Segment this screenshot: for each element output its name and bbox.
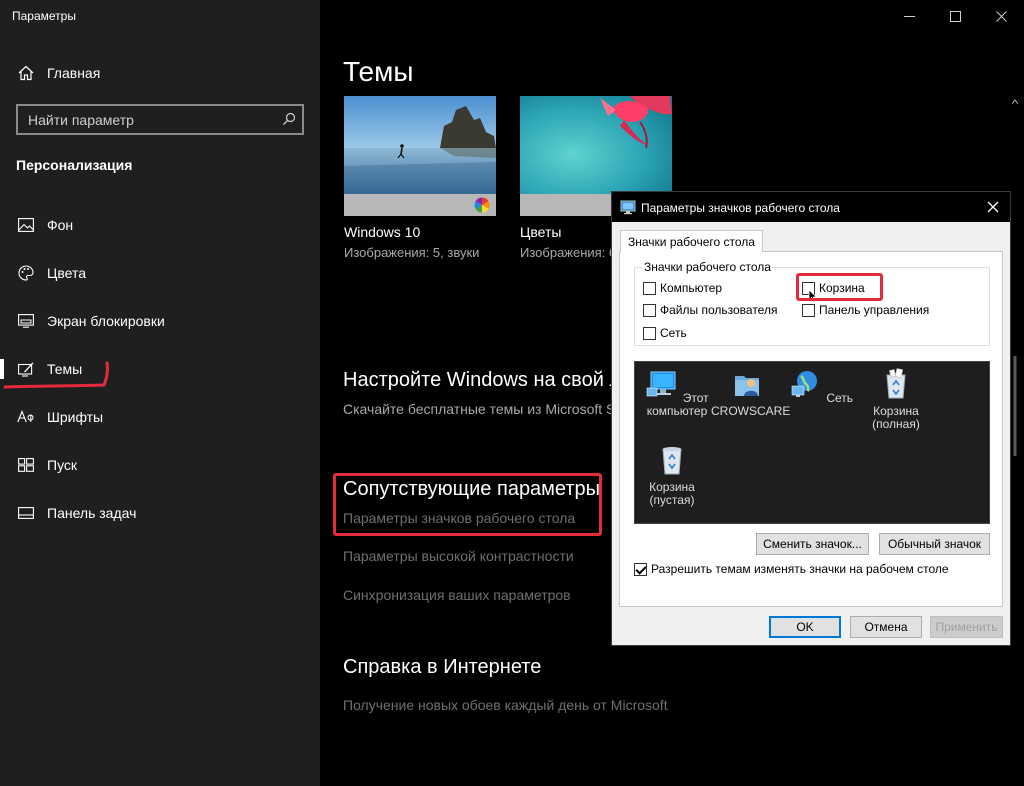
sidebar: Параметры Главная Персонализация Фон Цве — [0, 0, 320, 786]
allow-themes-checkbox[interactable]: Разрешить темам изменять значки на рабоч… — [634, 562, 949, 576]
ok-button[interactable]: OK — [769, 616, 841, 638]
checkbox-label: Компьютер — [660, 281, 723, 295]
section-heading: Персонализация — [16, 157, 133, 173]
app-title: Параметры — [12, 9, 76, 23]
search-input[interactable] — [28, 110, 278, 130]
desktop-icon-settings-dialog: Параметры значков рабочего стола Значки … — [611, 191, 1011, 646]
checkbox-box[interactable] — [643, 326, 656, 340]
sidebar-item-label: Цвета — [47, 265, 86, 281]
home-nav-item[interactable]: Главная — [0, 53, 320, 93]
scrollbar[interactable] — [1012, 96, 1018, 786]
user-folder-icon — [735, 376, 759, 396]
user-files-checkbox[interactable]: Файлы пользователя — [643, 303, 777, 317]
recycle-bin-full-icon — [886, 368, 906, 399]
sidebar-item-taskbar[interactable]: Панель задач — [0, 493, 320, 533]
recycle-bin-empty-icon — [662, 447, 682, 475]
icon-recycle-bin-empty[interactable]: Корзина (пустая) — [635, 444, 709, 507]
settings-window: Параметры Главная Персонализация Фон Цве — [0, 0, 1024, 786]
checkbox-label: Разрешить темам изменять значки на рабоч… — [651, 562, 949, 576]
sidebar-item-label: Пуск — [47, 457, 78, 473]
icon-user-folder[interactable]: CROWSCARE — [711, 368, 790, 418]
lock-screen-icon — [16, 311, 36, 331]
computer-checkbox[interactable]: Компьютер — [643, 281, 722, 295]
maximize-button[interactable] — [932, 0, 978, 32]
sidebar-item-label: Фон — [47, 217, 74, 233]
dialog-titlebar: Параметры значков рабочего стола — [612, 192, 1010, 222]
customize-text: Скачайте бесплатные темы из Microsoft S — [343, 401, 616, 417]
network-checkbox[interactable]: Сеть — [643, 326, 687, 340]
desktop-settings-icon — [620, 199, 636, 218]
cancel-button[interactable]: Отмена — [850, 616, 922, 638]
window-controls — [886, 0, 1024, 32]
sidebar-item-label: Шрифты — [47, 409, 104, 425]
theme-detail: Изображения: 5, звуки — [344, 245, 480, 260]
image-icon — [16, 215, 36, 235]
icon-this-pc[interactable]: Этот компьютер — [640, 368, 714, 418]
group-label: Значки рабочего стола — [643, 260, 772, 274]
control-panel-checkbox[interactable]: Панель управления — [802, 303, 929, 317]
home-label: Главная — [47, 65, 101, 81]
apply-button[interactable]: Применить — [930, 616, 1003, 638]
help-heading: Справка в Интернете — [343, 656, 542, 678]
checkbox-box[interactable] — [634, 562, 647, 576]
sidebar-item-background[interactable]: Фон — [0, 205, 320, 245]
customize-heading: Настройте Windows на свой л — [343, 369, 622, 391]
icon-label: CROWSCARE — [711, 404, 791, 418]
icon-label: Корзина (пустая) — [649, 480, 695, 507]
this-pc-icon — [647, 371, 676, 397]
checkbox-label: Файлы пользователя — [660, 303, 778, 317]
high-contrast-link[interactable]: Параметры высокой контрастности — [343, 548, 574, 564]
theme-color-bar — [344, 194, 496, 216]
checkbox-label: Сеть — [660, 326, 687, 340]
dialog-title: Параметры значков рабочего стола — [641, 201, 840, 215]
theme-thumbnail-flower — [520, 96, 672, 194]
wallpaper-help-link[interactable]: Получение новых обоев каждый день от Mic… — [343, 697, 668, 713]
sync-settings-link[interactable]: Синхронизация ваших параметров — [343, 587, 571, 603]
annotation-box-recycle-bin — [796, 273, 883, 301]
checkbox-box[interactable] — [643, 303, 656, 317]
sidebar-item-lock-screen[interactable]: Экран блокировки — [0, 301, 320, 341]
sidebar-item-start[interactable]: Пуск — [0, 445, 320, 485]
sidebar-item-fonts[interactable]: Шрифты — [0, 397, 320, 437]
sidebar-item-label: Панель задач — [47, 505, 137, 521]
network-globe-icon — [791, 371, 817, 397]
close-window-button[interactable] — [978, 0, 1024, 32]
close-icon[interactable] — [984, 198, 1002, 216]
theme-name: Windows 10 — [344, 224, 421, 240]
checkbox-box[interactable] — [643, 281, 656, 295]
tab-desktop-icons[interactable]: Значки рабочего стола — [620, 230, 763, 252]
sidebar-item-label: Экран блокировки — [47, 313, 165, 329]
search-icon[interactable] — [282, 112, 296, 131]
home-icon — [16, 63, 36, 83]
checkbox-label: Панель управления — [819, 303, 930, 317]
icon-network[interactable]: Сеть — [784, 368, 858, 405]
change-icon-button[interactable]: Сменить значок... — [756, 533, 869, 555]
theme-card-windows10[interactable]: Windows 10 Изображения: 5, звуки — [344, 96, 496, 260]
annotation-box-related — [333, 473, 602, 536]
icon-label: Корзина (полная) — [872, 404, 920, 431]
color-wheel-icon — [474, 197, 490, 213]
annotation-underline — [3, 361, 109, 389]
taskbar-icon — [16, 503, 36, 523]
checkbox-box[interactable] — [802, 303, 815, 317]
icon-recycle-bin-full[interactable]: Корзина (полная) — [859, 368, 933, 431]
theme-thumbnail-beach — [344, 96, 496, 194]
icon-preview-pane[interactable]: Этот компьютер CROWSCARE Сеть Корзина (п… — [634, 361, 990, 524]
dialog-tab-panel: Значки рабочего стола Компьютер Корзина … — [619, 251, 1003, 607]
start-grid-icon — [16, 455, 36, 475]
palette-icon — [16, 263, 36, 283]
font-icon — [16, 407, 36, 427]
minimize-button[interactable] — [886, 0, 932, 32]
page-title: Темы — [343, 56, 414, 87]
search-box[interactable] — [16, 104, 304, 135]
icon-label: Сеть — [826, 391, 854, 405]
default-icon-button[interactable]: Обычный значок — [879, 533, 990, 555]
sidebar-item-colors[interactable]: Цвета — [0, 253, 320, 293]
